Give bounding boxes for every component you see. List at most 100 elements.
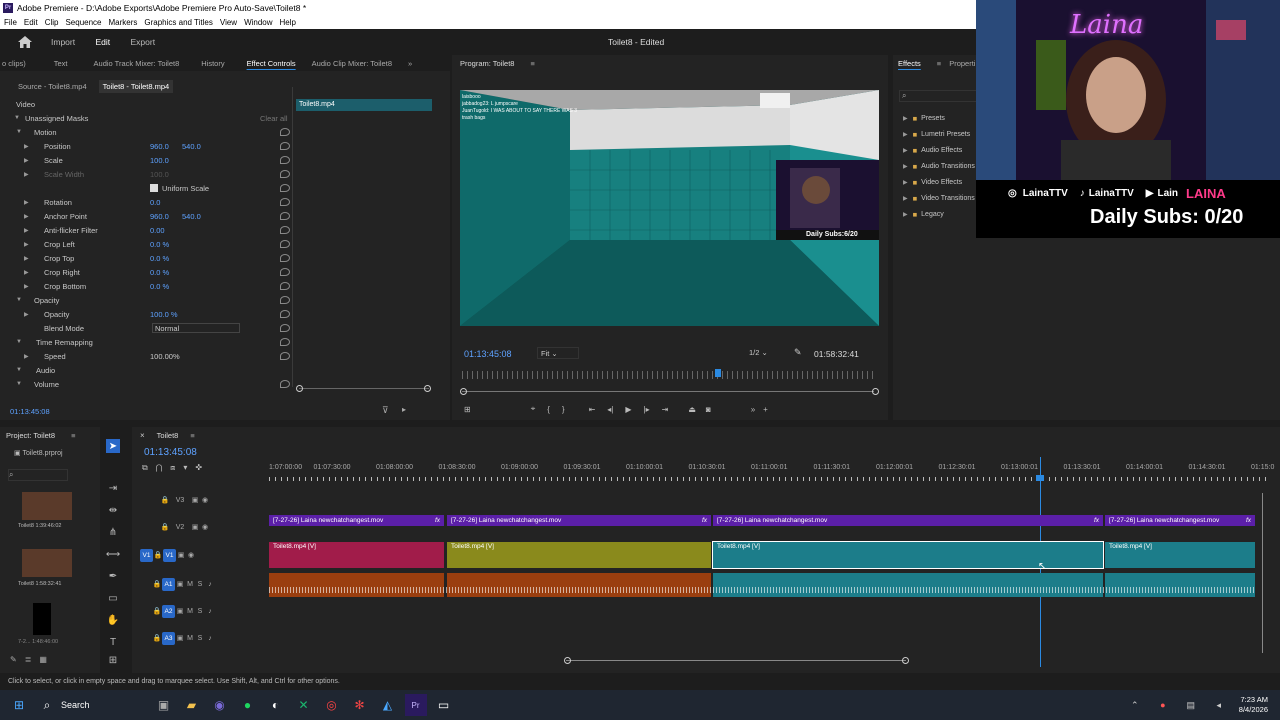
effect-value[interactable]: 100.0 % — [150, 310, 178, 319]
a1-clip[interactable] — [447, 573, 711, 597]
effect-value[interactable]: 960.0 — [150, 212, 169, 221]
app-window-icon[interactable]: ▭ — [433, 694, 455, 716]
ripple-edit-icon[interactable]: ⇹ — [106, 503, 120, 517]
program-zoom-bar[interactable] — [462, 391, 874, 392]
fit-select[interactable]: Fit ⌄ — [537, 347, 579, 359]
effect-row[interactable]: Opacity ▶ 100.0 % — [0, 307, 290, 321]
expand-icon[interactable]: ▶ — [24, 283, 29, 290]
menu-graphics[interactable]: Graphics and Titles — [140, 18, 215, 27]
mark-in-icon[interactable]: { — [547, 405, 550, 414]
taskbar-search-label[interactable]: Search — [61, 700, 90, 710]
scroll-handle-right[interactable] — [902, 657, 909, 664]
effect-value[interactable]: 100.0 — [150, 170, 169, 179]
marker-icon[interactable]: ⊞ — [464, 405, 471, 414]
sync-icon[interactable]: ▣ — [175, 606, 185, 616]
windows-start-icon[interactable]: ⊞ — [8, 694, 30, 716]
reset-icon[interactable] — [280, 240, 290, 248]
effect-row[interactable]: Audio ▼ — [0, 363, 290, 377]
zoom-handle-left[interactable] — [460, 388, 467, 395]
tab-clips[interactable]: o clips) — [0, 59, 34, 68]
expand-icon[interactable]: ▶ — [24, 157, 29, 164]
task-view-icon[interactable]: ▣ — [153, 694, 175, 716]
zoom-handle-left[interactable] — [296, 385, 303, 392]
tray-chevron-icon[interactable]: ⌃ — [1124, 694, 1146, 716]
expand-icon[interactable]: ▶ — [903, 115, 908, 122]
pen-icon[interactable]: ✒ — [106, 569, 120, 583]
tab-properties[interactable]: Properti — [949, 59, 975, 68]
tab-effects[interactable]: Effects — [893, 59, 929, 68]
more-controls-icon[interactable]: » — [751, 405, 755, 414]
solo-icon[interactable]: S — [195, 606, 205, 616]
expand-icon[interactable]: ▶ — [903, 195, 908, 202]
lock-icon[interactable]: 🔒 — [160, 522, 170, 532]
menu-markers[interactable]: Markers — [105, 18, 141, 27]
reset-icon[interactable] — [280, 338, 290, 346]
app-icon[interactable]: ✻ — [349, 694, 371, 716]
sync-icon[interactable]: ▣ — [176, 550, 186, 560]
ec-timecode[interactable]: 01:13:45:08 — [10, 407, 50, 416]
effect-row[interactable]: Position ▶ 960.0 540.0 — [0, 139, 290, 153]
export-tab[interactable]: Export — [131, 37, 156, 47]
lock-icon[interactable]: 🔒 — [152, 579, 162, 589]
reset-icon[interactable] — [280, 184, 290, 192]
effect-row[interactable]: Anti-flicker Filter ▶ 0.00 — [0, 223, 290, 237]
tab-project[interactable]: Project: Toilet8 — [0, 431, 63, 440]
timeline-menu-icon[interactable]: ≡ — [182, 431, 202, 440]
lock-icon[interactable]: 🔒 — [152, 606, 162, 616]
home-icon[interactable] — [18, 36, 32, 48]
effect-value[interactable]: 0.0 % — [150, 240, 169, 249]
discord-icon[interactable]: ◉ — [209, 694, 231, 716]
tab-audio-clip-mixer[interactable]: Audio Clip Mixer: Toilet8 — [304, 59, 400, 68]
sync-icon[interactable]: ▣ — [175, 579, 185, 589]
effect-row[interactable]: Crop Top ▶ 0.0 % — [0, 251, 290, 265]
scroll-handle-left[interactable] — [564, 657, 571, 664]
reset-icon[interactable] — [280, 282, 290, 290]
expand-icon[interactable]: ▶ — [24, 311, 29, 318]
selection-tool-icon[interactable]: ➤ — [106, 439, 120, 453]
expand-icon[interactable]: ▼ — [16, 367, 22, 373]
icon-view-icon[interactable]: ▦ — [39, 655, 47, 667]
timeline-horizontal-scrollbar[interactable] — [566, 660, 906, 661]
menu-help[interactable]: Help — [276, 18, 299, 27]
more-tools-icon[interactable]: ⊞ — [106, 653, 120, 667]
menu-view[interactable]: View — [216, 18, 240, 27]
v1-clip[interactable]: Toilet8.mp4 [V] — [269, 542, 444, 568]
sequence-clip-tab[interactable]: Toilet8 - Toilet8.mp4 — [98, 79, 174, 93]
mark-out-icon[interactable]: } — [562, 405, 565, 414]
effects-folder[interactable]: ▶ ■ Video Transitions — [903, 191, 975, 205]
reset-icon[interactable] — [280, 170, 290, 178]
effect-row[interactable]: Opacity ▼ — [0, 293, 290, 307]
effect-row[interactable]: Crop Bottom ▶ 0.0 % — [0, 279, 290, 293]
expand-icon[interactable]: ▶ — [903, 163, 908, 170]
effect-value[interactable]: 0.0 — [150, 198, 160, 207]
settings-icon[interactable]: ✜ — [195, 463, 202, 475]
expand-icon[interactable]: ▶ — [903, 147, 908, 154]
expand-icon[interactable]: ▶ — [24, 353, 29, 360]
track-target-v1[interactable]: V1 — [163, 548, 176, 562]
effects-folder[interactable]: ▶ ■ Presets — [903, 111, 945, 125]
effects-menu-icon[interactable]: ≡ — [929, 59, 949, 68]
search-icon[interactable]: ⌕ — [36, 694, 58, 716]
clip-thumbnail[interactable] — [22, 492, 72, 520]
play-icon[interactable]: ▶ — [625, 405, 631, 414]
solo-icon[interactable]: S — [195, 633, 205, 643]
reset-icon[interactable] — [280, 198, 290, 206]
chrome-icon[interactable]: ◎ — [321, 694, 343, 716]
premiere-taskbar-icon[interactable]: Pr — [404, 694, 427, 716]
expand-icon[interactable]: ▶ — [24, 241, 29, 248]
effect-row[interactable]: Anchor Point ▶ 960.0 540.0 — [0, 209, 290, 223]
expand-icon[interactable]: ▶ — [903, 211, 908, 218]
list-view-icon[interactable]: ≣ — [25, 655, 32, 667]
uniform-scale-checkbox[interactable] — [150, 184, 158, 192]
timeline-vertical-scrollbar[interactable] — [1262, 493, 1263, 653]
resolution-select[interactable]: 1/2 ⌄ — [746, 347, 782, 359]
expand-icon[interactable]: ▼ — [16, 297, 22, 303]
expand-icon[interactable]: ▼ — [16, 129, 22, 135]
expand-icon[interactable]: ▶ — [24, 269, 29, 276]
effects-folder[interactable]: ▶ ■ Video Effects — [903, 175, 962, 189]
type-icon[interactable]: T — [106, 635, 120, 649]
nest-icon[interactable]: ⧉ — [142, 463, 148, 475]
expand-icon[interactable]: ▶ — [24, 199, 29, 206]
menu-clip[interactable]: Clip — [41, 18, 62, 27]
rectangle-icon[interactable]: ▭ — [106, 591, 120, 605]
